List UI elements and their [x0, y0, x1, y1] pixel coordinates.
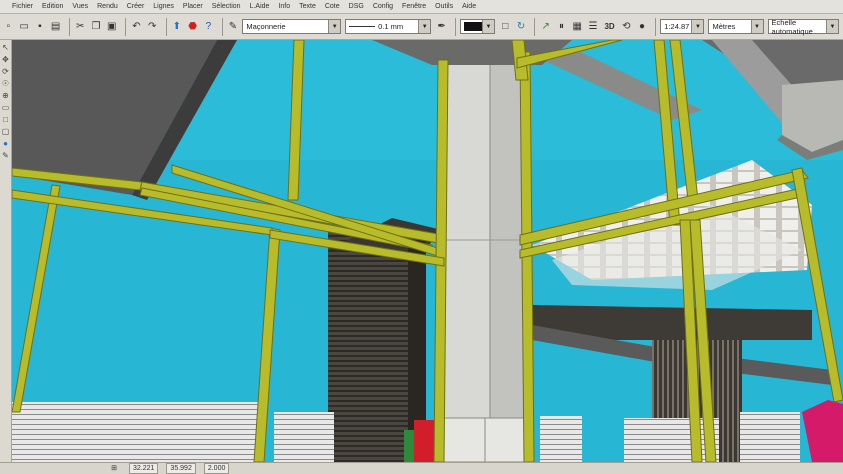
help-icon[interactable]: ? [202, 19, 215, 35]
menu-creer[interactable]: Créer [127, 3, 145, 10]
paste-icon[interactable]: ▣ [105, 19, 118, 35]
menu-rendu[interactable]: Rendu [97, 3, 118, 10]
scale-mode-select[interactable]: Echelle automatique ▼ [767, 18, 839, 36]
toolbar-separator [534, 17, 536, 36]
save-icon[interactable]: ▪ [34, 19, 47, 35]
toolbar-separator [655, 17, 657, 36]
main-toolbar: ▫ ▭ ▪ ▤ ✂ ❐ ▣ ↶ ↷ ⬆ ⬣ ? ✎ Maçonnerie ▼ 0… [0, 14, 843, 40]
menu-dsg[interactable]: DSG [349, 3, 364, 10]
line-width-select[interactable]: 0.1 mm ▼ [345, 19, 432, 34]
chevron-down-icon[interactable]: ▼ [481, 20, 494, 33]
menu-edition[interactable]: Edition [42, 3, 63, 10]
move-icon[interactable]: ✥ [1, 55, 10, 64]
undo-icon[interactable]: ↶ [130, 19, 143, 35]
toolbar-separator [69, 17, 70, 36]
railing-left [12, 402, 262, 462]
toolbar-separator [221, 17, 223, 36]
3d-viewport[interactable] [12, 40, 843, 462]
new-file-icon[interactable]: ▫ [2, 19, 15, 35]
red-object [414, 420, 436, 462]
edit-pen-icon[interactable]: ✎ [1, 151, 10, 160]
menu-fenetre[interactable]: Fenêtre [402, 3, 426, 10]
sphere-icon[interactable]: ● [636, 19, 649, 35]
chevron-down-icon[interactable]: ▼ [691, 20, 704, 33]
menu-selection[interactable]: Sélection [212, 3, 241, 10]
menu-lignes[interactable]: Lignes [153, 3, 174, 10]
refresh-icon[interactable]: ↻ [515, 19, 528, 35]
coord-y-field[interactable]: 35.992 [166, 463, 196, 474]
toolbar-separator [454, 17, 456, 36]
color-select[interactable]: ▼ [459, 19, 495, 34]
grid-icon[interactable]: ▦ [571, 19, 584, 35]
line-width-value: 0.1 mm [378, 22, 404, 31]
menu-config[interactable]: Config [373, 3, 393, 10]
chart-icon[interactable]: ↗ [539, 19, 552, 35]
redo-icon[interactable]: ↷ [146, 19, 159, 35]
select-arrow-icon[interactable]: ↖ [1, 43, 10, 52]
stop-icon[interactable]: ⬣ [186, 19, 199, 35]
pen-icon[interactable]: ✒ [435, 19, 448, 35]
light-icon[interactable]: ● [1, 139, 10, 148]
menu-texte[interactable]: Texte [299, 3, 316, 10]
coord-z-field[interactable]: 2.000 [203, 463, 230, 474]
units-select[interactable]: Mètres ▼ [708, 19, 764, 34]
menu-outils[interactable]: Outils [435, 3, 453, 10]
chevron-down-icon[interactable]: ▼ [750, 20, 763, 33]
menu-placer[interactable]: Placer [183, 3, 203, 10]
copy-icon[interactable]: ❐ [90, 19, 103, 35]
print-icon[interactable]: ▤ [49, 19, 62, 35]
scale-value: 1:24.87 [664, 22, 690, 31]
chevron-down-icon[interactable]: ▼ [328, 20, 341, 33]
layers-icon[interactable]: ☰ [587, 19, 600, 35]
menu-bar: Fichier Edition Vues Rendu Créer Lignes … [0, 0, 843, 14]
pause-icon[interactable]: ⏸ [555, 19, 568, 35]
chevron-down-icon[interactable]: ▼ [418, 20, 431, 33]
railing-far-right [740, 412, 800, 462]
rectangle-tool-icon[interactable]: ▭ [1, 103, 10, 112]
toolbar-separator [125, 17, 127, 36]
line-style-preview [349, 26, 376, 27]
walk-icon[interactable]: ☉ [1, 79, 10, 88]
material-select[interactable]: Maçonnerie ▼ [242, 19, 342, 34]
menu-info[interactable]: Info [278, 3, 290, 10]
view-3d-button[interactable]: 3D [602, 19, 617, 35]
material-tool-icon[interactable]: ✎ [227, 19, 240, 35]
green-object [404, 430, 414, 462]
menu-cote[interactable]: Cote [325, 3, 340, 10]
status-bar: ⊞ 32.221 35.992 2.000 [0, 462, 843, 474]
units-value: Mètres [712, 22, 736, 31]
scale-select[interactable]: 1:24.87 ▼ [660, 19, 705, 34]
cut-icon[interactable]: ✂ [74, 19, 87, 35]
menu-aide[interactable]: Aide [462, 3, 476, 10]
louvred-tower [328, 230, 420, 462]
railing-right-middle [540, 416, 582, 462]
square-tool-icon[interactable]: □ [1, 115, 10, 124]
material-value: Maçonnerie [246, 22, 286, 31]
open-folder-icon[interactable]: ▭ [18, 19, 31, 35]
up-arrow-icon[interactable]: ⬆ [170, 19, 183, 35]
menu-vues[interactable]: Vues [72, 3, 88, 10]
menu-laide[interactable]: L.Aide [250, 3, 270, 10]
3d-render [12, 40, 843, 462]
coord-x-field[interactable]: 32.221 [129, 463, 159, 474]
orbit-icon[interactable]: ⟳ [1, 67, 10, 76]
rotate-view-icon[interactable]: ⟲ [620, 19, 633, 35]
toolbar-separator [165, 17, 167, 36]
layer-tool-icon[interactable]: ▢ [1, 127, 10, 136]
railing-middle-left [274, 412, 334, 462]
menu-fichier[interactable]: Fichier [12, 3, 33, 10]
blank-toggle-icon[interactable]: □ [499, 19, 512, 35]
left-toolbar: ↖ ✥ ⟳ ☉ ⊕ ▭ □ ▢ ● ✎ [0, 40, 12, 462]
coord-x-icon: ⊞ [111, 465, 117, 472]
chevron-down-icon[interactable]: ▼ [826, 20, 838, 33]
zoom-icon[interactable]: ⊕ [1, 91, 10, 100]
